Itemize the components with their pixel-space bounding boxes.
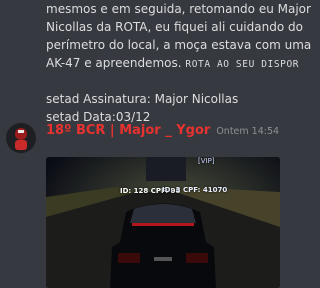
avatar-image xyxy=(6,123,36,153)
message-line: AK-47 e apreendemos. ROTA AO SEU DISPOR xyxy=(46,54,299,72)
author-name[interactable]: 18º BCR | Major _ Ygor xyxy=(46,123,210,138)
message-content: mesmos e em seguida, retomando eu Major … xyxy=(46,0,312,126)
timestamp: Ontem 14:54 xyxy=(216,126,280,137)
message-line: perímetro do local, a moça estava com um… xyxy=(46,38,312,52)
hud-other-id: ID: 3 CPF: 41070 xyxy=(162,186,228,194)
attached-image[interactable]: [VIP] ID: 128 CPF: 98 ID: 3 CPF: 41070 xyxy=(46,157,280,288)
message-header: 18º BCR | Major _ Ygor Ontem 14:54 xyxy=(46,123,279,141)
avatar[interactable] xyxy=(6,123,36,153)
hud-tag: [VIP] xyxy=(198,157,215,165)
message-line-text: AK-47 e apreendemos. xyxy=(46,56,182,70)
message-line: Nicollas da ROTA, eu fiquei ali cuidando… xyxy=(46,20,303,34)
inline-code: ROTA AO SEU DISPOR xyxy=(185,59,300,70)
message-line: mesmos e em seguida, retomando eu Major xyxy=(46,2,311,16)
game-screenshot xyxy=(46,157,280,288)
signature-line: setad Assinatura: Major Nicollas xyxy=(46,92,239,106)
